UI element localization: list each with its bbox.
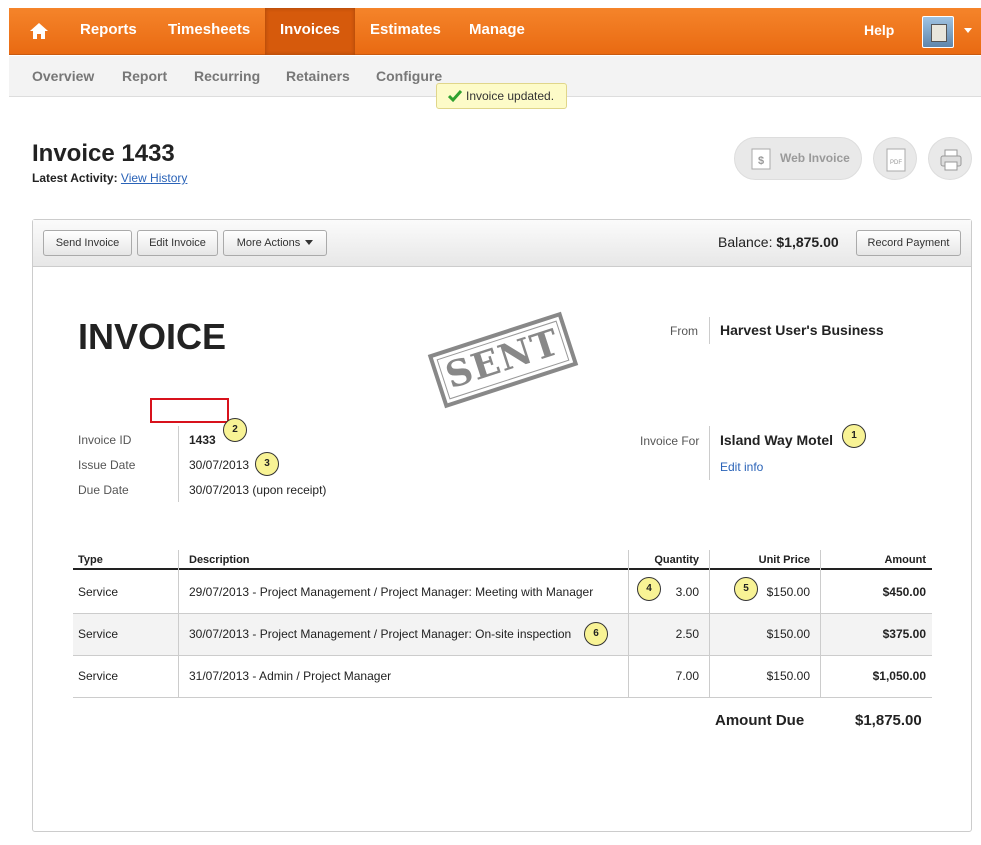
check-icon: [448, 90, 462, 103]
subnav-retainers[interactable]: Retainers: [286, 68, 350, 84]
amount-due-label: Amount Due: [715, 712, 805, 729]
callout-1: 1: [842, 424, 866, 448]
more-actions-label: More Actions: [236, 237, 301, 249]
more-actions-button[interactable]: More Actions: [223, 230, 327, 256]
invoice-toolbar: Send Invoice Edit Invoice More Actions B…: [33, 220, 971, 267]
page-title: Invoice 1433: [32, 140, 175, 167]
nav-manage[interactable]: Manage: [469, 8, 525, 55]
due-date-label: Due Date: [78, 483, 129, 497]
column-divider: [628, 550, 629, 698]
nav-estimates[interactable]: Estimates: [370, 8, 441, 55]
row-type: Service: [78, 585, 119, 599]
pdf-button[interactable]: PDF: [873, 137, 917, 180]
row-unit-price: $150.00: [766, 627, 810, 641]
due-date-value: 30/07/2013 (upon receipt): [189, 483, 327, 497]
chevron-down-icon: [305, 240, 314, 245]
row-unit-price: $150.00: [766, 585, 810, 599]
row-type: Service: [78, 627, 119, 641]
subnav-overview[interactable]: Overview: [32, 68, 94, 84]
record-payment-button[interactable]: Record Payment: [856, 230, 961, 256]
print-button[interactable]: [928, 137, 972, 180]
subnav-recurring[interactable]: Recurring: [194, 68, 260, 84]
balance-value: $1,875.00: [776, 234, 839, 250]
invoice-id-value: 1433: [189, 433, 216, 447]
subnav-report[interactable]: Report: [122, 68, 167, 84]
from-label: From: [670, 324, 698, 338]
top-nav: Reports Timesheets Invoices Estimates Ma…: [9, 8, 981, 55]
help-link[interactable]: Help: [864, 8, 894, 52]
chevron-down-icon[interactable]: [964, 28, 972, 33]
col-type: Type: [78, 554, 103, 566]
column-divider: [709, 550, 710, 698]
callout-3: 3: [255, 452, 279, 476]
issue-date-value: 30/07/2013: [189, 458, 250, 472]
row-amount: $1,050.00: [872, 669, 926, 683]
nav-reports[interactable]: Reports: [80, 8, 137, 55]
highlight-box: [150, 398, 229, 423]
col-amount: Amount: [884, 554, 926, 566]
callout-2: 2: [223, 418, 247, 442]
row-quantity: 7.00: [675, 669, 699, 683]
invoice-for-label: Invoice For: [640, 434, 700, 448]
column-divider: [178, 550, 179, 698]
row-description: 29/07/2013 - Project Management / Projec…: [189, 585, 594, 599]
invoice-panel: Send Invoice Edit Invoice More Actions B…: [32, 219, 972, 832]
edit-invoice-button[interactable]: Edit Invoice: [137, 230, 218, 256]
web-invoice-icon: $: [751, 148, 771, 170]
edit-info-link[interactable]: Edit info: [720, 460, 763, 474]
invoice-id-label: Invoice ID: [78, 433, 132, 447]
home-icon[interactable]: [29, 22, 49, 40]
subnav-configure[interactable]: Configure: [376, 68, 442, 84]
table-row: Service 30/07/2013 - Project Management …: [73, 614, 932, 656]
svg-text:$: $: [758, 155, 764, 167]
latest-activity: Latest Activity: View History: [32, 171, 187, 185]
issue-date-label: Issue Date: [78, 458, 136, 472]
from-value: Harvest User's Business: [720, 322, 884, 338]
divider: [709, 426, 710, 480]
row-amount: $450.00: [882, 585, 926, 599]
row-description: 30/07/2013 - Project Management / Projec…: [189, 627, 572, 641]
pdf-icon-label: PDF: [890, 160, 902, 166]
invoice-heading: INVOICE: [78, 316, 227, 357]
row-description: 31/07/2013 - Admin / Project Manager: [189, 669, 392, 683]
row-type: Service: [78, 669, 119, 683]
column-divider: [820, 550, 821, 698]
row-unit-price: $150.00: [766, 669, 810, 683]
web-invoice-label: Web Invoice: [780, 151, 850, 165]
nav-invoices[interactable]: Invoices: [265, 8, 356, 55]
col-unit-price: Unit Price: [758, 554, 810, 566]
balance-label: Balance:: [718, 234, 773, 250]
nav-timesheets[interactable]: Timesheets: [168, 8, 250, 55]
table-row: Service 31/07/2013 - Admin / Project Man…: [73, 656, 932, 698]
amount-due-value: $1,875.00: [855, 712, 922, 729]
divider: [178, 426, 179, 502]
view-history-link[interactable]: View History: [121, 171, 187, 185]
sent-stamp: SENT: [427, 311, 579, 409]
table-row: Service 29/07/2013 - Project Management …: [73, 572, 932, 614]
status-toast: Invoice updated.: [436, 83, 567, 109]
balance: Balance: $1,875.00: [718, 234, 839, 250]
avatar[interactable]: [922, 16, 954, 48]
toast-text: Invoice updated.: [466, 89, 555, 103]
web-invoice-button[interactable]: $ Web Invoice: [734, 137, 862, 180]
divider: [709, 317, 710, 344]
printer-icon: [940, 149, 962, 171]
table-header: Type Description Quantity Unit Price Amo…: [73, 550, 932, 570]
col-quantity: Quantity: [654, 554, 699, 566]
callout-4: 4: [637, 577, 661, 601]
pdf-icon: PDF: [886, 148, 906, 172]
client-name: Island Way Motel: [720, 432, 834, 448]
row-amount: $375.00: [882, 627, 926, 641]
activity-label: Latest Activity:: [32, 171, 118, 185]
callout-6: 6: [584, 622, 608, 646]
row-quantity: 2.50: [675, 627, 699, 641]
send-invoice-button[interactable]: Send Invoice: [43, 230, 132, 256]
callout-5: 5: [734, 577, 758, 601]
col-description: Description: [189, 554, 250, 566]
